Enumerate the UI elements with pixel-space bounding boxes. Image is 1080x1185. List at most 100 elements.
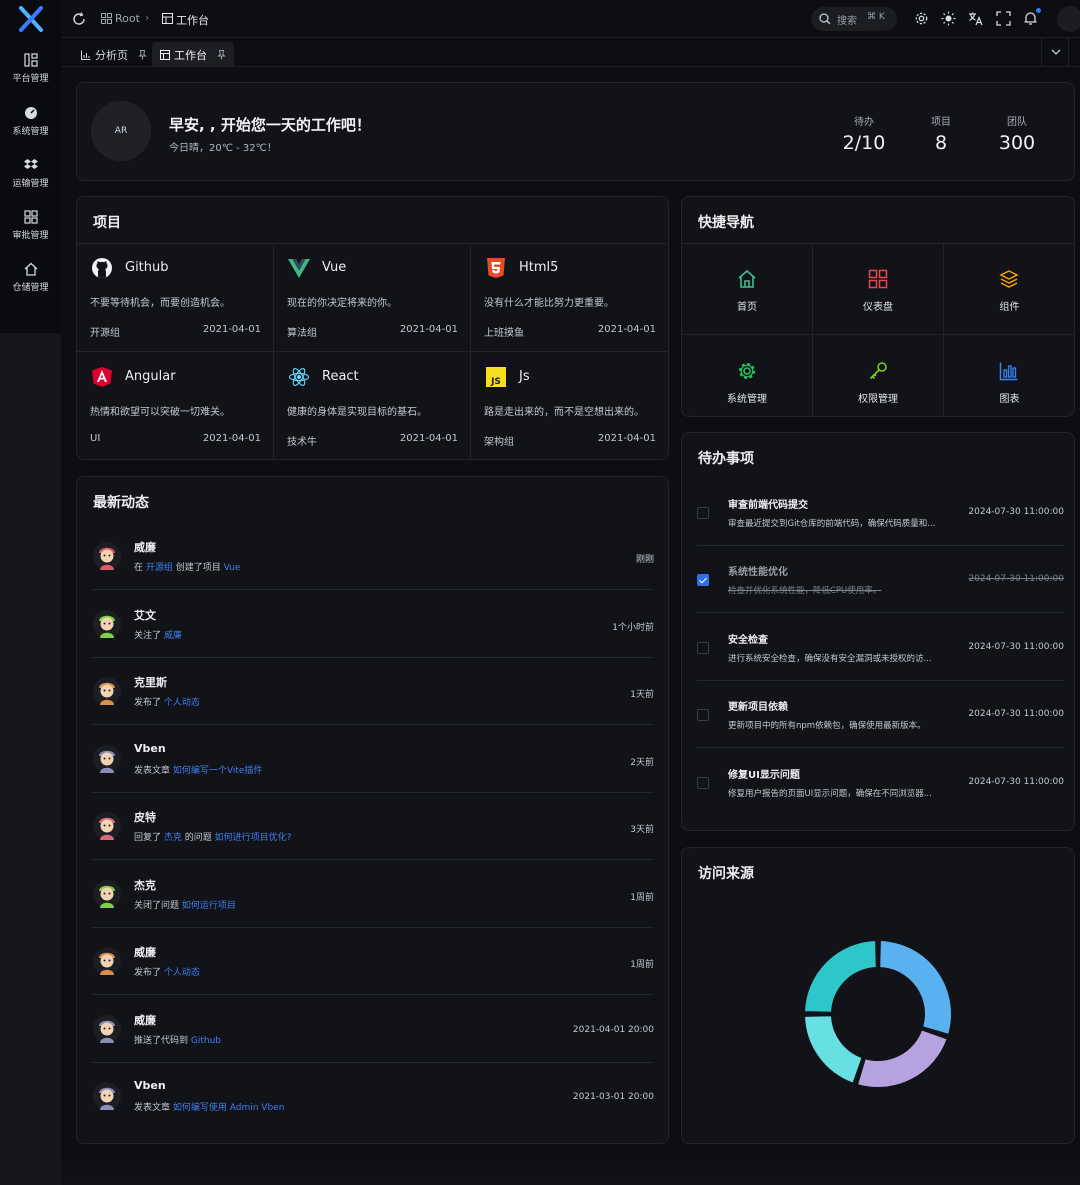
todo-item[interactable]: 安全检查 进行系统安全检查，确保没有安全漏洞或未授权的访... 2024-07-… — [697, 614, 1064, 681]
user-avatar-button[interactable] — [1057, 6, 1080, 32]
quick-nav-label: 权限管理 — [858, 394, 898, 405]
quick-nav-label: 仪表盘 — [863, 302, 893, 313]
sidebar-item-transport[interactable]: 运输管理 — [0, 158, 61, 189]
todo-checkbox[interactable] — [697, 642, 709, 654]
quick-nav-permission[interactable]: 权限管理 — [813, 335, 944, 416]
activity-item[interactable]: 威廉 发布了 个人动态 1周前 — [92, 928, 654, 995]
project-item-react[interactable]: React 健康的身体是实现目标的基石。 技术牛 2021-04-01 — [274, 352, 471, 459]
activity-item[interactable]: 杰克 关闭了问题 如何运行项目 1周前 — [92, 861, 654, 928]
activity-prefix: 发表文章 — [134, 1103, 171, 1113]
activity-link[interactable]: Github — [191, 1036, 221, 1046]
activity-user-name: Vben — [134, 741, 166, 755]
quick-nav-home[interactable]: 首页 — [682, 243, 813, 335]
language-icon[interactable] — [968, 11, 983, 26]
tabs-dropdown-button[interactable] — [1041, 38, 1069, 67]
todo-item[interactable]: 修复UI显示问题 修复用户报告的页面UI显示问题，确保在不同浏览器... 202… — [697, 749, 1064, 816]
layers-icon — [999, 270, 1019, 288]
stat-todo: 待办 2/10 — [841, 113, 887, 154]
activity-item[interactable]: 皮特 回复了 杰克 的问题 如何进行项目优化? 3天前 — [92, 793, 654, 860]
theme-sun-icon[interactable] — [941, 11, 956, 26]
todo-checkbox-checked[interactable] — [697, 574, 709, 586]
github-icon — [92, 258, 112, 278]
activity-item[interactable]: 克里斯 发布了 个人动态 1天前 — [92, 658, 654, 725]
activity-item[interactable]: 威廉在 开源组 创建了项目 Vue 刚刚 — [92, 523, 654, 590]
settings-icon[interactable] — [914, 11, 929, 26]
donut-slice-3[interactable] — [803, 939, 878, 1014]
sidebar-empty-area — [0, 333, 61, 1185]
activity-link[interactable]: 开源组 — [146, 563, 173, 573]
todo-checkbox[interactable] — [697, 777, 709, 789]
activity-time: 1个小时前 — [612, 622, 654, 633]
project-item-js[interactable]: JS Js 路是走出来的，而不是空想出来的。 架构组 2021-04-01 — [471, 352, 668, 459]
sidebar-item-warehouse[interactable]: 仓储管理 — [0, 262, 61, 293]
dashboard-icon — [24, 107, 37, 119]
activity-link[interactable]: 如何运行项目 — [182, 901, 236, 911]
traffic-donut-chart[interactable] — [802, 938, 954, 1090]
workspace-icon — [160, 50, 170, 60]
todo-item[interactable]: 审查前端代码提交 审查最近提交到Git仓库的前端代码，确保代码质量和... 20… — [697, 479, 1064, 546]
activity-item[interactable]: 威廉 推送了代码到 Github 2021-04-01 20:00 — [92, 996, 654, 1063]
activity-description: 发表文章 如何编写一个Vite插件 — [134, 763, 262, 776]
search-button[interactable]: 搜索 ⌘ K — [811, 7, 897, 31]
home-icon — [738, 269, 756, 288]
gear-icon — [738, 362, 756, 380]
project-date: 2021-04-01 — [597, 433, 656, 444]
home-icon — [24, 262, 37, 276]
activity-link[interactable]: 个人动态 — [164, 698, 200, 708]
project-item-github[interactable]: Github 不要等待机会，而要创造机会。 开源组 2021-04-01 — [77, 243, 274, 352]
project-item-vue[interactable]: Vue 现在的你决定将来的你。 算法组 2021-04-01 — [274, 243, 471, 352]
tab-analysis[interactable]: 分析页 — [73, 42, 155, 67]
sidebar-item-approval[interactable]: 审批管理 — [0, 210, 61, 241]
sidebar-item-platform[interactable]: 平台管理 — [0, 53, 61, 84]
activity-link[interactable]: 个人动态 — [164, 968, 200, 978]
project-item-angular[interactable]: Angular 热情和欲望可以突破一切难关。 UI 2021-04-01 — [77, 352, 274, 459]
activity-item[interactable]: 艾文 关注了 威廉 1个小时前 — [92, 591, 654, 658]
quick-nav-charts[interactable]: 图表 — [944, 335, 1074, 416]
sidebar-item-system[interactable]: 系统管理 — [0, 106, 61, 137]
quick-nav-label: 图表 — [999, 394, 1020, 405]
activity-item[interactable]: Vben 发表文章 如何编写一个Vite插件 2天前 — [92, 726, 654, 793]
tab-workspace[interactable]: 工作台 — [152, 42, 234, 67]
welcome-card: AR 早安, , 开始您一天的工作吧！ 今日晴，20℃ - 32℃！ 待办 2/… — [76, 82, 1075, 181]
activity-link[interactable]: 杰克 — [164, 833, 182, 843]
logo-icon[interactable] — [18, 6, 44, 32]
project-desc: 健康的身体是实现目标的基石。 — [287, 407, 427, 418]
todo-checkbox[interactable] — [697, 507, 709, 519]
js-icon: JS — [486, 367, 506, 387]
fullscreen-icon[interactable] — [996, 11, 1011, 26]
todo-item[interactable]: 更新项目依赖 更新项目中的所有npm依赖包，确保使用最新版本。 2024-07-… — [697, 681, 1064, 748]
activity-item[interactable]: Vben 发表文章 如何编写使用 Admin Vben 2021-03-01 20… — [92, 1063, 654, 1130]
activity-prefix: 发布了 — [134, 698, 162, 708]
activity-link[interactable]: 如何编写一个Vite插件 — [173, 766, 263, 776]
bell-icon[interactable] — [1023, 11, 1038, 26]
project-item-html5[interactable]: Html5 没有什么才能比努力更重要。 上班摸鱼 2021-04-01 — [471, 243, 668, 352]
donut-slice-1[interactable] — [855, 1028, 949, 1089]
breadcrumb-root[interactable]: Root — [115, 12, 140, 25]
activity-description: 发布了 个人动态 — [134, 695, 200, 708]
avatar[interactable]: AR — [91, 101, 151, 161]
activity-link[interactable]: 如何进行项目优化? — [215, 833, 292, 843]
activity-prefix: 关闭了问题 — [134, 900, 180, 911]
activity-link[interactable]: 如何编写使用 Admin Vben — [173, 1103, 285, 1113]
pin-icon[interactable] — [138, 50, 147, 60]
project-desc: 现在的你决定将来的你。 — [287, 298, 397, 309]
todo-item[interactable]: 系统性能优化 检查并优化系统性能，降低CPU使用率。 2024-07-30 11… — [697, 546, 1064, 613]
quick-nav-dashboard[interactable]: 仪表盘 — [813, 243, 944, 335]
activity-link[interactable]: Vue — [224, 563, 241, 573]
refresh-icon[interactable] — [72, 12, 86, 26]
activity-description: 回复了 杰克 的问题 如何进行项目优化? — [134, 830, 291, 843]
pin-icon[interactable] — [217, 50, 226, 60]
quick-nav-system[interactable]: 系统管理 — [682, 335, 813, 416]
quick-nav-components[interactable]: 组件 — [944, 243, 1074, 335]
project-desc: 热情和欲望可以突破一切难关。 — [90, 407, 230, 418]
card-title: 访问来源 — [698, 866, 754, 882]
breadcrumb-current[interactable]: 工作台 — [176, 12, 209, 28]
stat-value: 2/10 — [842, 132, 886, 154]
activity-user-name: 威廉 — [134, 1013, 156, 1027]
donut-slice-0[interactable] — [878, 939, 953, 1037]
breadcrumb-separator: › — [145, 11, 150, 24]
project-name: Vue — [322, 260, 347, 275]
donut-slice-2[interactable] — [803, 1014, 864, 1085]
activity-link[interactable]: 威廉 — [164, 631, 182, 641]
todo-checkbox[interactable] — [697, 709, 709, 721]
